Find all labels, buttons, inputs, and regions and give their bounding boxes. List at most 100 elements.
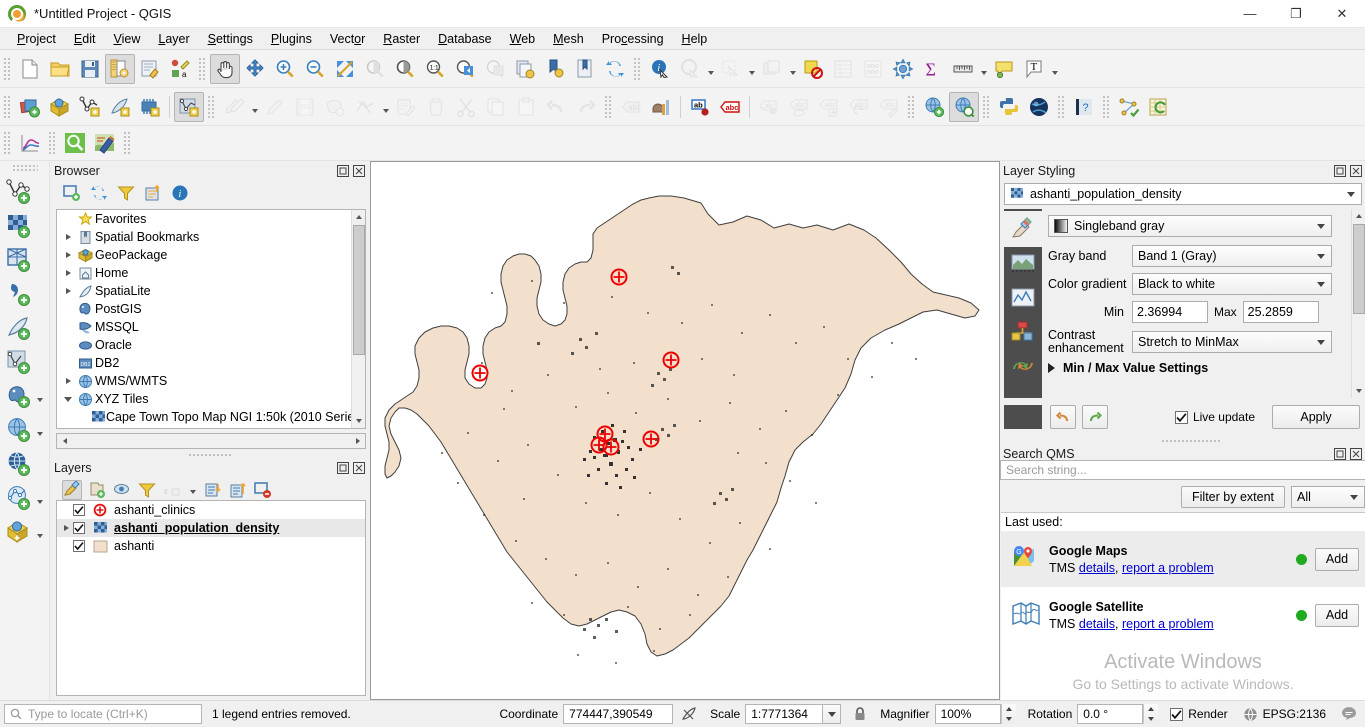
locator-search-input[interactable]: Type to locate (Ctrl+K) <box>4 704 202 724</box>
filter-by-extent-button[interactable]: Filter by extent <box>1181 486 1285 508</box>
menu-view[interactable]: View <box>104 30 149 48</box>
crs-label[interactable]: EPSG:2136 <box>1263 707 1326 721</box>
label-toolbar-abc-button[interactable]: abc <box>616 92 646 122</box>
expand-arrow-icon[interactable] <box>61 270 75 276</box>
redo-button[interactable] <box>571 92 601 122</box>
scroll-up-arrow-icon[interactable] <box>352 210 365 224</box>
style-manager-button[interactable] <box>135 54 165 84</box>
scroll-thumb[interactable] <box>353 225 365 355</box>
toolbar-grip[interactable] <box>3 55 12 82</box>
browser-item-oracle[interactable]: Oracle <box>57 336 351 354</box>
chevron-down-icon[interactable] <box>1313 246 1329 266</box>
menu-layer[interactable]: Layer <box>149 30 198 48</box>
collapse-arrow-icon[interactable] <box>61 396 75 402</box>
refresh-button[interactable] <box>600 54 630 84</box>
add-web-layer-button[interactable] <box>919 92 949 122</box>
wms-dropdown[interactable] <box>35 415 46 445</box>
scroll-left-arrow-icon[interactable] <box>57 434 72 448</box>
expand-arrow-icon[interactable] <box>61 252 75 258</box>
layer-styling-close-icon[interactable] <box>1349 165 1362 178</box>
browser-item-db2[interactable]: DB2 DB2 <box>57 354 351 372</box>
close-button[interactable]: ✕ <box>1319 0 1365 28</box>
browser-tree[interactable]: Favorites Spatial Bookmarks GeoPackage H… <box>56 209 366 429</box>
layer-row-ashanti-population-density[interactable]: ashanti_population_density <box>57 519 365 537</box>
qms-details-link[interactable]: details <box>1079 617 1115 631</box>
highlight-pinned-labels-button[interactable]: ab <box>685 92 715 122</box>
toolbar-grip-8[interactable] <box>982 93 991 120</box>
browser-item-home[interactable]: Home <box>57 264 351 282</box>
add-polygon-feature-button[interactable] <box>320 92 350 122</box>
browser-item-mssql[interactable]: MSSQL <box>57 318 351 336</box>
open-data-source-manager-button[interactable] <box>15 92 45 122</box>
search-qms-button[interactable] <box>949 91 979 122</box>
add-mesh-layer-button[interactable] <box>135 92 165 122</box>
add-spatialite-layer-vbutton[interactable] <box>3 312 35 344</box>
search-qms-float-icon[interactable] <box>1333 448 1346 461</box>
add-raster-layer-button[interactable] <box>45 92 75 122</box>
add-delimited-text-layer-vbutton[interactable] <box>3 278 35 310</box>
layer-selector-combo[interactable]: ashanti_population_density <box>1004 183 1362 205</box>
chevron-down-icon[interactable] <box>1313 274 1329 294</box>
feature-action-dropdown[interactable] <box>705 54 716 84</box>
add-postgis-layer-vbutton[interactable] <box>3 380 35 412</box>
new-shapefile-layer-vbutton[interactable] <box>3 346 35 378</box>
contrast-enhancement-combo[interactable]: Stretch to MinMax <box>1132 331 1332 353</box>
menu-database[interactable]: Database <box>429 30 501 48</box>
refresh-all-layers-button[interactable] <box>510 54 540 84</box>
cut-features-button[interactable] <box>451 92 481 122</box>
scroll-down-arrow-icon[interactable] <box>1352 384 1365 398</box>
layer-visibility-checkbox[interactable] <box>73 540 85 552</box>
menu-edit[interactable]: Edit <box>65 30 105 48</box>
select-features-button[interactable] <box>716 54 746 84</box>
browser-item-geopackage[interactable]: GeoPackage <box>57 246 351 264</box>
toolbar-grip-6[interactable] <box>604 93 613 120</box>
message-log-icon[interactable] <box>1341 706 1357 722</box>
layer-visibility-checkbox[interactable] <box>73 504 85 516</box>
new-print-layout-button[interactable] <box>105 53 135 84</box>
new-project-button[interactable] <box>15 54 45 84</box>
zoom-in-button[interactable] <box>270 54 300 84</box>
qms-report-problem-link[interactable]: report a problem <box>1122 561 1214 575</box>
properties-info-icon[interactable]: i <box>170 183 190 203</box>
scroll-thumb[interactable] <box>1353 224 1365 314</box>
qms-result-google-satellite[interactable]: Google Satellite TMS details, report a p… <box>1001 587 1365 643</box>
menu-plugins[interactable]: Plugins <box>262 30 321 48</box>
layer-row-ashanti[interactable]: ashanti <box>57 537 365 555</box>
undo-button[interactable] <box>541 92 571 122</box>
collapse-all-icon[interactable] <box>143 183 163 203</box>
zoom-out-button[interactable] <box>300 54 330 84</box>
magnifier-stepper[interactable] <box>1000 704 1016 724</box>
toolbar-grip-11[interactable] <box>3 130 12 156</box>
identify-features-button[interactable]: i <box>645 54 675 84</box>
tab-rendering[interactable] <box>1004 315 1042 349</box>
open-project-button[interactable] <box>45 54 75 84</box>
redo-style-button[interactable] <box>1082 405 1108 429</box>
select-dropdown[interactable] <box>746 54 757 84</box>
add-raster-layer-vbutton[interactable] <box>3 210 35 242</box>
show-hide-labels-button[interactable]: abc <box>784 92 814 122</box>
plugin-manager-button[interactable] <box>1024 92 1054 122</box>
python-console-button[interactable] <box>994 92 1024 122</box>
remove-layer-icon[interactable] <box>253 480 273 500</box>
rotation-input[interactable]: 0.0 ° <box>1077 704 1144 724</box>
min-input[interactable]: 2.36994 <box>1132 301 1208 323</box>
add-vector-layer-vbutton[interactable] <box>3 176 35 208</box>
diagram-properties-button[interactable] <box>646 92 676 122</box>
qms-result-google-maps[interactable]: G Google Maps TMS details, report a prob… <box>1001 531 1365 587</box>
qms-add-button[interactable]: Add <box>1315 547 1359 571</box>
field-calculator-button[interactable] <box>858 54 888 84</box>
undo-style-button[interactable] <box>1050 405 1076 429</box>
select-by-value-dropdown[interactable] <box>787 54 798 84</box>
current-edits-button[interactable] <box>219 92 249 122</box>
toolbar-grip-13[interactable] <box>123 130 132 156</box>
save-layer-edits-button[interactable] <box>290 92 320 122</box>
service-type-filter-combo[interactable]: All <box>1291 486 1365 508</box>
hscroll-track[interactable] <box>72 434 350 448</box>
menu-vector[interactable]: Vector <box>321 30 374 48</box>
toolbar-grip-2[interactable] <box>198 55 207 82</box>
help-contents-button[interactable]: ? <box>1069 92 1099 122</box>
filter-icon[interactable] <box>116 183 136 203</box>
map-tips-button[interactable] <box>989 54 1019 84</box>
qgis-map-edit-button[interactable] <box>90 128 120 158</box>
expand-arrow-icon[interactable] <box>59 525 73 531</box>
